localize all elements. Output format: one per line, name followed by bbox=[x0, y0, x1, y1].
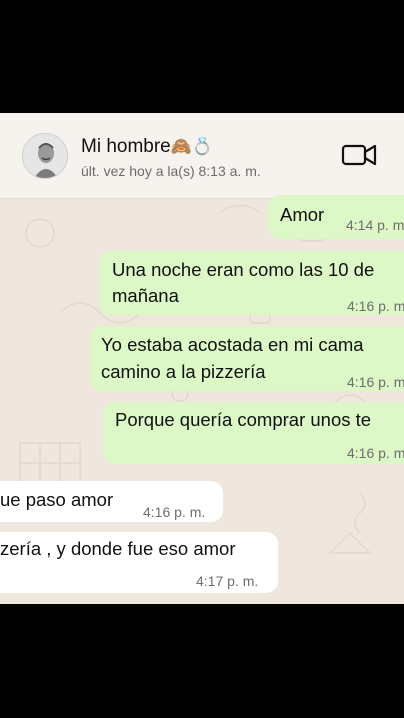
incoming-message[interactable]: zería , y donde fue eso amor 4:17 p. m. bbox=[0, 532, 278, 593]
message-text: camino a la pizzería bbox=[101, 361, 266, 382]
contact-avatar[interactable] bbox=[22, 133, 68, 179]
outgoing-message[interactable]: Porque quería comprar unos te 4:16 p. m bbox=[103, 402, 404, 464]
message-text: Yo estaba acostada en mi cama bbox=[101, 334, 364, 355]
avatar-photo bbox=[23, 134, 67, 178]
message-time: 4:17 p. m. bbox=[196, 573, 259, 589]
chat-screen: Mi hombre🙈💍 últ. vez hoy a la(s) 8:13 a.… bbox=[0, 113, 404, 604]
incoming-message[interactable]: ue paso amor 4:16 p. m. bbox=[0, 481, 223, 522]
message-text: zería , y donde fue eso amor bbox=[0, 538, 236, 559]
message-time: 4:16 p. m. bbox=[143, 504, 206, 520]
message-time: 4:14 p. m bbox=[346, 217, 404, 233]
last-seen-status: últ. vez hoy a la(s) 8:13 a. m. bbox=[81, 163, 261, 179]
message-text: mañana bbox=[112, 285, 179, 306]
message-text: ue paso amor bbox=[0, 489, 114, 510]
message-text: Porque quería comprar unos te bbox=[115, 409, 372, 430]
contact-name[interactable]: Mi hombre🙈💍 bbox=[81, 136, 213, 158]
video-call-icon[interactable] bbox=[341, 141, 377, 169]
message-text: Una noche eran como las 10 de bbox=[112, 259, 375, 280]
message-time: 4:16 p. m bbox=[347, 445, 404, 461]
message-text: Amor bbox=[280, 204, 325, 225]
contact-name-emoji: 🙈💍 bbox=[170, 137, 214, 156]
outgoing-message[interactable]: Yo estaba acostada en mi cama camino a l… bbox=[90, 326, 404, 391]
chat-header: Mi hombre🙈💍 últ. vez hoy a la(s) 8:13 a.… bbox=[0, 113, 404, 199]
message-time: 4:16 p. m bbox=[347, 298, 404, 314]
contact-name-text: Mi hombre bbox=[81, 136, 171, 157]
message-time: 4:16 p. m bbox=[347, 374, 404, 390]
outgoing-message[interactable]: Una noche eran como las 10 de mañana 4:1… bbox=[99, 251, 404, 315]
outgoing-message[interactable]: Amor 4:14 p. m bbox=[268, 195, 404, 239]
